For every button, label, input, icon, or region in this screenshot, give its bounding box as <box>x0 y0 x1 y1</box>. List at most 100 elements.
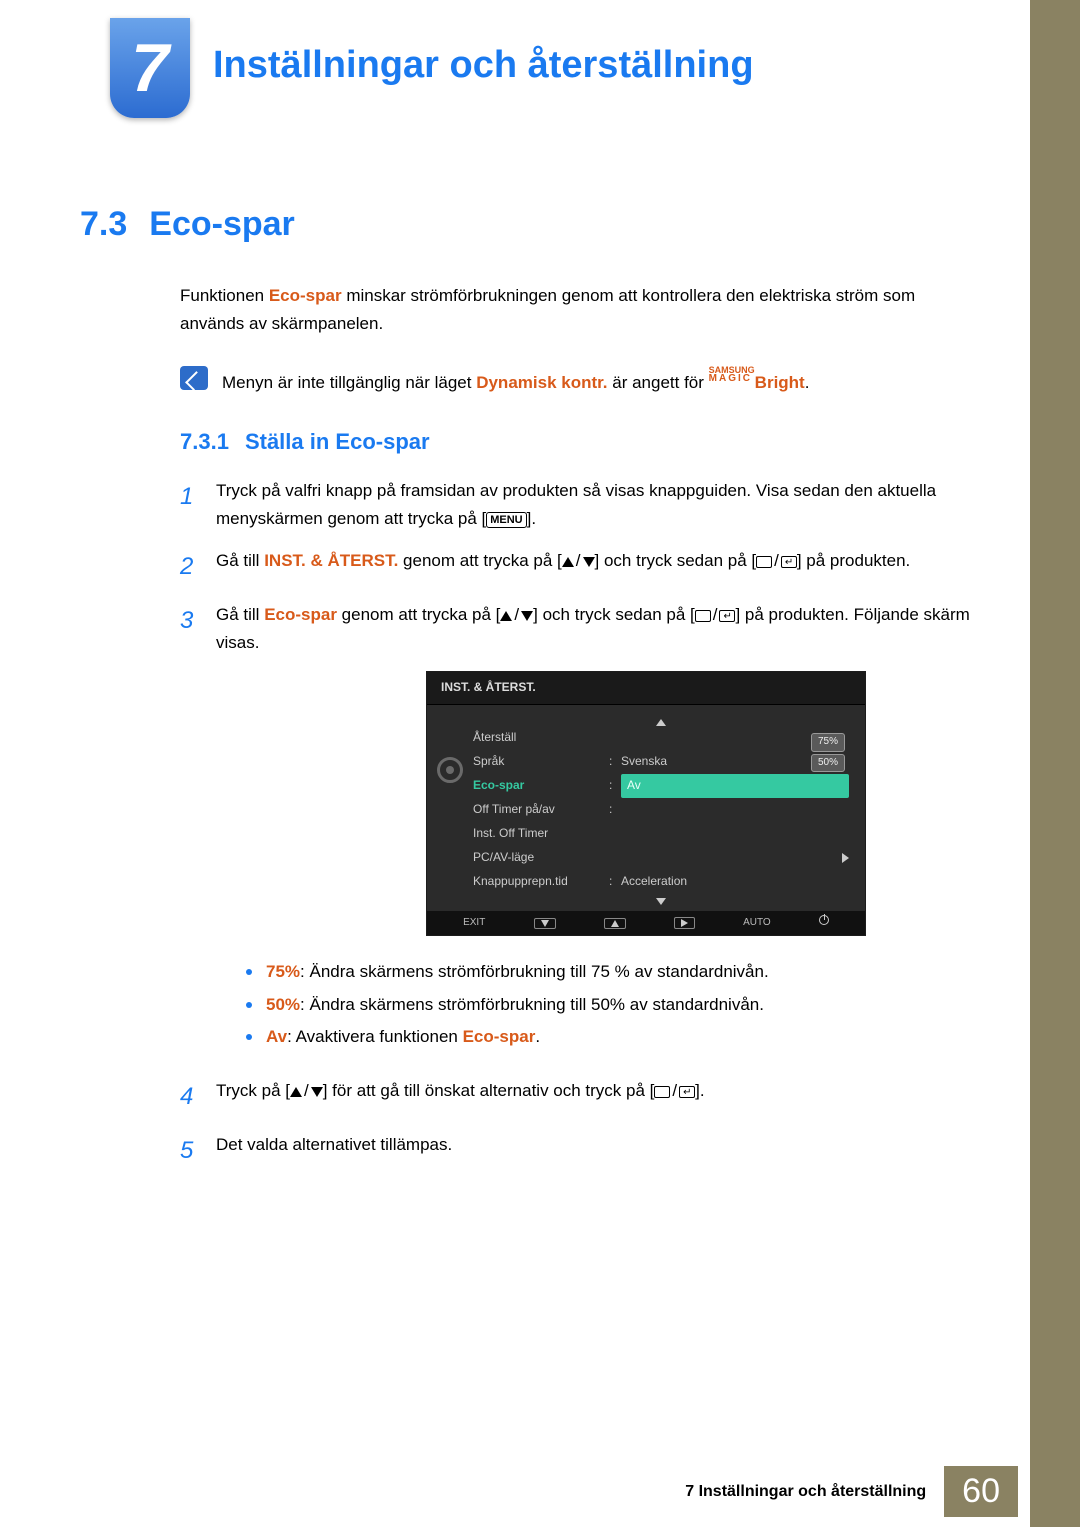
osd-offtimer: Off Timer på/av <box>473 800 603 820</box>
bullet-dot-icon <box>246 969 252 975</box>
note-c: är angett för <box>608 373 709 392</box>
down-icon <box>521 611 533 621</box>
step-2: 2 Gå till INST. & ÅTERST. genom att tryc… <box>180 547 980 587</box>
enter-icon <box>679 1086 695 1098</box>
s1-a: Tryck på valfri knapp på framsidan av pr… <box>216 481 936 528</box>
footer-page-number: 60 <box>944 1466 1018 1517</box>
step-5: 5 Det valda alternativet tillämpas. <box>180 1131 980 1171</box>
s3-eco: Eco-spar <box>264 605 337 624</box>
note-block: Menyn är inte tillgänglig när läget Dyna… <box>180 366 980 395</box>
step-4-number: 4 <box>180 1077 198 1117</box>
osd-eco: Eco-spar <box>473 776 603 796</box>
osd-screenshot: INST. & ÅTERST. Återställ Språk:Svenska … <box>426 671 866 936</box>
note-e: . <box>805 373 810 392</box>
down-icon <box>583 557 595 567</box>
s2-e: ] på produkten. <box>797 551 910 570</box>
bullet-dot-icon <box>246 1002 252 1008</box>
s3-a: Gå till <box>216 605 264 624</box>
intro-text-a: Funktionen <box>180 286 269 305</box>
osd-bubble-50: 50% <box>811 754 845 773</box>
subsection-heading: 7.3.1 Ställa in Eco-spar <box>180 429 980 455</box>
osd-keyrep: Knappupprepn.tid <box>473 872 603 892</box>
osd-power-icon <box>819 915 829 932</box>
note-a: Menyn är inte tillgänglig när läget <box>222 373 476 392</box>
section-number: 7.3 <box>80 205 127 244</box>
chapter-badge: 7 <box>110 18 190 118</box>
s4-b: ] för att gå till önskat alternativ och … <box>323 1081 655 1100</box>
step-3: 3 Gå till Eco-spar genom att trycka på [… <box>180 601 980 1063</box>
chevron-right-icon <box>842 853 849 863</box>
menu-button-icon: MENU <box>486 512 526 528</box>
s2-d: ] och tryck sedan på [ <box>595 551 757 570</box>
step-5-body: Det valda alternativet tillämpas. <box>216 1131 980 1171</box>
note-icon <box>180 366 208 390</box>
b3b: : Avaktivera funktionen <box>287 1027 462 1046</box>
bullet-av: Av: Avaktivera funktionen Eco-spar. <box>246 1021 980 1053</box>
bullet-50: 50%: Ändra skärmens strömförbrukning til… <box>246 989 980 1021</box>
up-icon <box>562 557 574 567</box>
osd-lang: Språk <box>473 752 603 772</box>
bullet-dot-icon <box>246 1034 252 1040</box>
step-4-body: Tryck på [/] för att gå till önskat alte… <box>216 1077 980 1117</box>
s4-a: Tryck på [ <box>216 1081 290 1100</box>
s4-c: ]. <box>695 1081 704 1100</box>
step-1: 1 Tryck på valfri knapp på framsidan av … <box>180 477 980 533</box>
step-2-body: Gå till INST. & ÅTERST. genom att trycka… <box>216 547 980 587</box>
osd-eco-dropdown: 75% 50% Av <box>621 774 849 798</box>
osd-reset: Återställ <box>473 728 603 748</box>
osd-nav-up-icon <box>604 918 626 929</box>
source-icon <box>756 556 772 568</box>
osd-lang-val: Svenska <box>621 752 667 772</box>
scroll-down-icon <box>656 898 666 905</box>
b3d: . <box>535 1027 540 1046</box>
page-content: 7.3 Eco-spar Funktionen Eco-spar minskar… <box>80 205 980 1185</box>
step-4: 4 Tryck på [/] för att gå till önskat al… <box>180 1077 980 1117</box>
step-2-number: 2 <box>180 547 198 587</box>
osd-bubble-75: 75% <box>811 733 845 752</box>
s3-d: ] och tryck sedan på [ <box>533 605 695 624</box>
note-text: Menyn är inte tillgänglig när läget Dyna… <box>222 366 809 395</box>
footer-chapter: 7 Inställningar och återställning <box>685 1483 926 1501</box>
osd-instoff: Inst. Off Timer <box>473 824 603 844</box>
gear-icon <box>437 757 463 783</box>
up-icon <box>290 1087 302 1097</box>
b3a: Av <box>266 1027 287 1046</box>
section-heading: 7.3 Eco-spar <box>80 205 980 244</box>
osd-bottom-bar: EXIT AUTO <box>427 911 865 936</box>
b3c: Eco-spar <box>463 1027 536 1046</box>
subsection-number: 7.3.1 <box>180 429 229 455</box>
s2-c: genom att trycka på [ <box>398 551 561 570</box>
b1a: 75% <box>266 962 300 981</box>
magic-line2: MAGIC <box>709 373 752 384</box>
step-5-number: 5 <box>180 1131 198 1171</box>
osd-exit: EXIT <box>463 915 485 932</box>
s1-b: ]. <box>527 509 536 528</box>
osd-pcav: PC/AV-läge <box>473 848 603 868</box>
note-dynamisk: Dynamisk kontr. <box>476 373 607 392</box>
b2a: 50% <box>266 995 300 1014</box>
down-icon <box>311 1087 323 1097</box>
intro-ecospar: Eco-spar <box>269 286 342 305</box>
chapter-title: Inställningar och återställning <box>213 44 754 87</box>
osd-nav-down-icon <box>534 918 556 929</box>
up-icon <box>500 611 512 621</box>
s3-c: genom att trycka på [ <box>337 605 500 624</box>
enter-icon <box>719 610 735 622</box>
b1b: : Ändra skärmens strömförbrukning till 7… <box>300 962 769 981</box>
s2-inst: INST. & ÅTERST. <box>264 551 398 570</box>
osd-eco-val: Av <box>627 778 641 792</box>
step-3-number: 3 <box>180 601 198 1063</box>
option-list: 75%: Ändra skärmens strömförbrukning til… <box>246 956 980 1053</box>
s2-a: Gå till <box>216 551 264 570</box>
step-1-number: 1 <box>180 477 198 533</box>
step-3-body: Gå till Eco-spar genom att trycka på [/]… <box>216 601 980 1063</box>
osd-title: INST. & ÅTERST. <box>427 672 865 705</box>
osd-auto: AUTO <box>743 915 771 932</box>
scroll-up-icon <box>656 719 666 726</box>
source-icon <box>654 1086 670 1098</box>
b2b: : Ändra skärmens strömförbrukning till 5… <box>300 995 764 1014</box>
magic-bright-label: SAMSUNGMAGIC <box>709 366 755 383</box>
enter-icon <box>781 556 797 568</box>
osd-nav-right-icon <box>674 917 695 929</box>
bullet-75: 75%: Ändra skärmens strömförbrukning til… <box>246 956 980 988</box>
